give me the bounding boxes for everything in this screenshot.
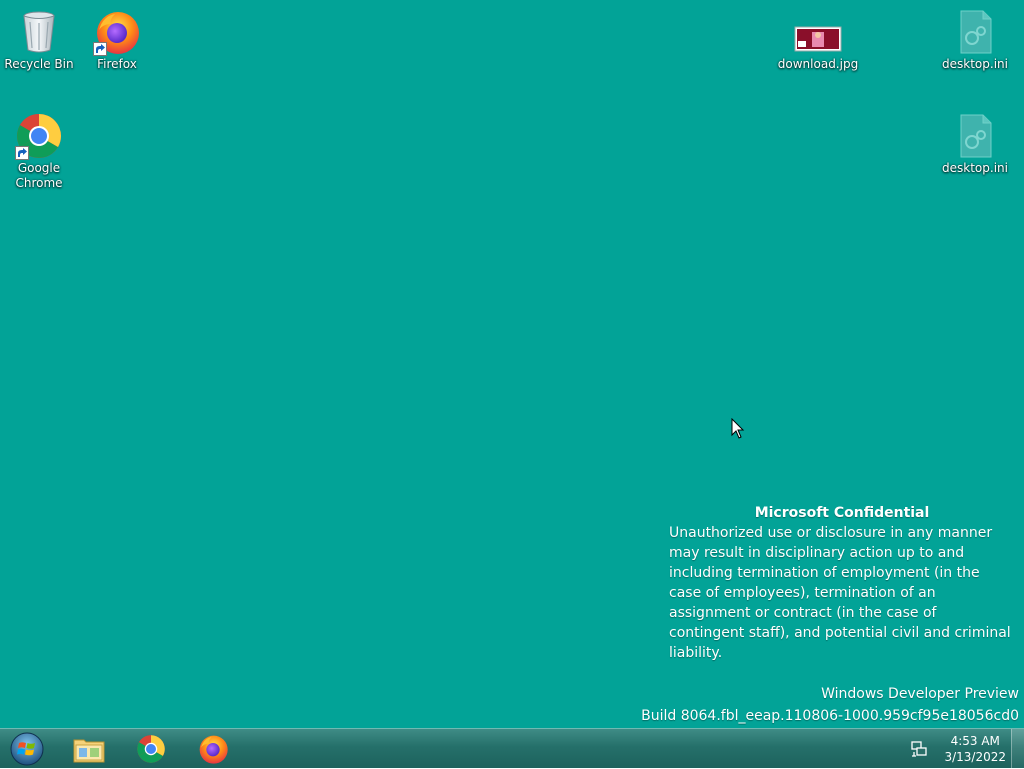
desktop[interactable]: Recycle Bin Firefox Google Chrome downlo…	[0, 0, 1024, 728]
system-tray: 4:53 AM 3/13/2022	[910, 729, 1006, 769]
confidential-body: Unauthorized use or disclosure in any ma…	[669, 525, 1011, 661]
desktop-icon-label: Recycle Bin	[4, 57, 74, 71]
settings-file-icon	[951, 8, 999, 56]
windows-start-orb-icon	[10, 732, 44, 766]
desktop-icon-firefox[interactable]: Firefox	[79, 8, 155, 72]
recycle-bin-icon	[15, 8, 63, 56]
taskbar: 4:53 AM 3/13/2022	[0, 728, 1024, 769]
confidential-title: Microsoft Confidential	[754, 505, 930, 521]
taskbar-clock[interactable]: 4:53 AM 3/13/2022	[944, 733, 1006, 765]
show-desktop-button[interactable]	[1011, 729, 1024, 769]
desktop-icon-google-chrome[interactable]: Google Chrome	[1, 112, 77, 191]
firefox-icon	[93, 8, 141, 56]
file-explorer-icon	[73, 739, 105, 763]
start-button[interactable]	[2, 731, 52, 767]
desktop-icon-label: download.jpg	[777, 57, 859, 71]
desktop-icon-label: Firefox	[97, 57, 137, 71]
taskbar-firefox[interactable]	[187, 731, 239, 767]
taskbar-google-chrome[interactable]	[125, 731, 177, 767]
clock-date: 3/13/2022	[944, 750, 1006, 764]
image-file-icon	[794, 8, 842, 56]
desktop-icon-recycle-bin[interactable]: Recycle Bin	[1, 8, 77, 72]
clock-time: 4:53 AM	[950, 734, 1000, 748]
network-icon[interactable]	[910, 740, 928, 758]
desktop-icon-desktop-ini[interactable]: desktop.ini	[937, 112, 1013, 176]
desktop-icon-label: Google Chrome	[15, 161, 63, 190]
confidential-notice: Microsoft Confidential Unauthorized use …	[669, 503, 1015, 663]
desktop-icon-label: desktop.ini	[942, 161, 1008, 175]
watermark-build: Build 8064.fbl_eeap.110806-1000.959cf95e…	[641, 708, 1019, 724]
desktop-icon-label: desktop.ini	[942, 57, 1008, 71]
settings-file-icon	[951, 112, 999, 160]
build-watermark: Windows Developer Preview Build 8064.fbl…	[641, 683, 1019, 727]
chrome-icon	[137, 735, 165, 763]
watermark-edition: Windows Developer Preview	[821, 686, 1019, 702]
desktop-icon-download-jpg[interactable]: download.jpg	[778, 8, 858, 72]
shortcut-arrow-icon	[15, 146, 29, 160]
chrome-icon	[15, 112, 63, 160]
firefox-icon	[199, 735, 228, 764]
desktop-icon-desktop-ini[interactable]: desktop.ini	[937, 8, 1013, 72]
taskbar-file-explorer[interactable]	[63, 731, 115, 767]
shortcut-arrow-icon	[93, 42, 107, 56]
mouse-cursor-icon	[731, 418, 745, 439]
